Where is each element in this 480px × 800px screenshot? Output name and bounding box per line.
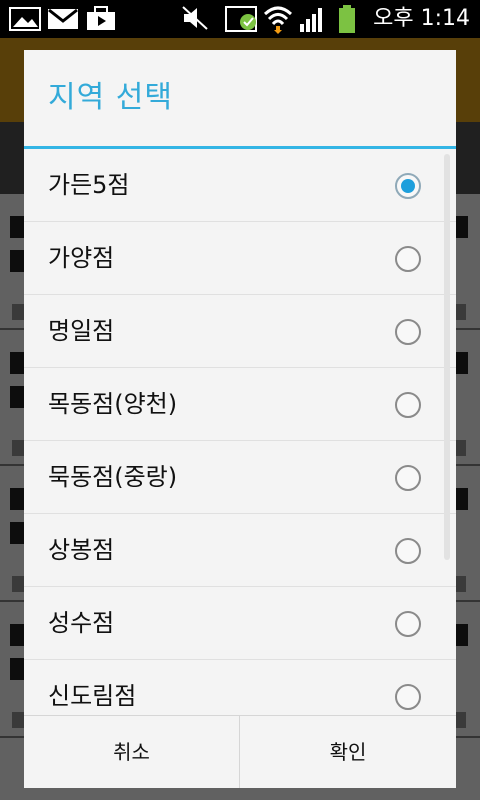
- radio-button[interactable]: [395, 392, 421, 418]
- region-option[interactable]: 신도림점: [24, 660, 456, 715]
- region-option[interactable]: 명일점: [24, 295, 456, 368]
- region-option[interactable]: 상봉점: [24, 514, 456, 587]
- region-list[interactable]: 가든5점 가양점 명일점 목동점(양천) 묵동점(중랑) 상봉점 성수점 신도림…: [24, 149, 456, 715]
- dialog-button-bar: 취소 확인: [24, 715, 456, 788]
- radio-button[interactable]: [395, 246, 421, 272]
- region-option[interactable]: 성수점: [24, 587, 456, 660]
- radio-button[interactable]: [395, 319, 421, 345]
- cancel-button[interactable]: 취소: [24, 716, 240, 788]
- ok-button[interactable]: 확인: [240, 716, 456, 788]
- mute-icon: [182, 6, 208, 30]
- region-option-label: 성수점: [48, 609, 115, 637]
- briefcase-icon: [87, 6, 115, 30]
- region-option-label: 가든5점: [48, 171, 130, 199]
- battery-icon: [339, 5, 355, 33]
- status-time: 오후 1:14: [373, 6, 470, 31]
- region-option-label: 묵동점(중랑): [48, 463, 178, 491]
- radio-button-selected[interactable]: [395, 173, 421, 199]
- region-option-label: 신도림점: [48, 682, 137, 710]
- region-option-label: 가양점: [48, 244, 115, 272]
- list-scrollbar[interactable]: [444, 154, 450, 560]
- gallery-icon: [9, 7, 41, 31]
- dialog-title: 지역 선택: [48, 80, 173, 115]
- region-option-label: 상봉점: [48, 536, 115, 564]
- wifi-icon: [263, 6, 293, 34]
- region-option[interactable]: 가든5점: [24, 149, 456, 222]
- signal-icon: [300, 8, 322, 32]
- region-option[interactable]: 묵동점(중랑): [24, 441, 456, 514]
- region-option-label: 목동점(양천): [48, 390, 178, 418]
- region-option[interactable]: 목동점(양천): [24, 368, 456, 441]
- radio-button[interactable]: [395, 611, 421, 637]
- region-option-label: 명일점: [48, 317, 115, 345]
- gmail-icon: [48, 8, 78, 29]
- radio-button[interactable]: [395, 465, 421, 491]
- region-option[interactable]: 가양점: [24, 222, 456, 295]
- radio-button[interactable]: [395, 684, 421, 710]
- usb-debug-icon: [225, 6, 257, 32]
- radio-button[interactable]: [395, 538, 421, 564]
- region-select-dialog: 지역 선택 가든5점 가양점 명일점 목동점(양천) 묵동점(중랑) 상봉점 성…: [24, 50, 456, 788]
- status-bar: 오후 1:14: [0, 0, 480, 38]
